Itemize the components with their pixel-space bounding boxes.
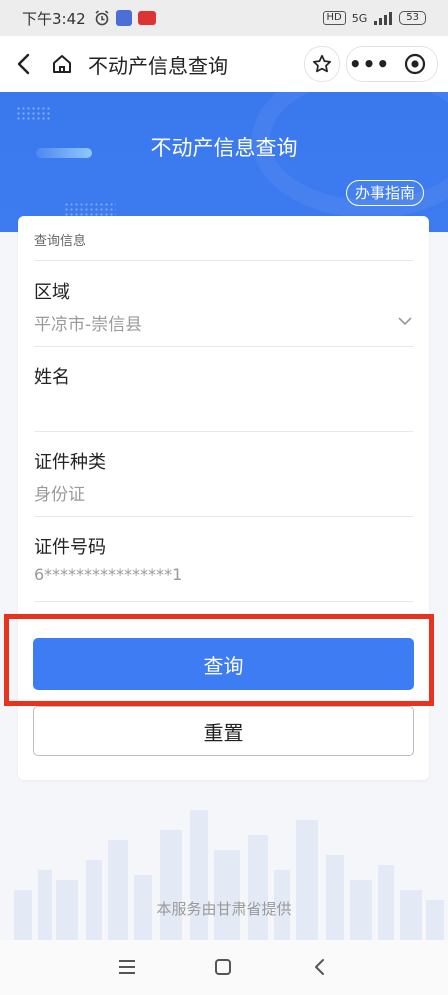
status-system-icons: HD 5G 53 xyxy=(322,11,426,25)
back-nav-icon[interactable] xyxy=(308,956,330,978)
capsule-menu: ••• xyxy=(346,46,438,82)
city-skyline-illustration xyxy=(14,810,444,940)
battery-icon: 53 xyxy=(399,11,426,25)
app-notification-icon-2 xyxy=(137,11,156,25)
divider xyxy=(34,516,413,517)
banner-decoration xyxy=(16,106,52,122)
status-bar: 下午3:42 HD 5G 53 xyxy=(0,0,448,36)
divider xyxy=(34,260,413,261)
banner-decoration-2 xyxy=(64,202,116,216)
guide-button[interactable]: 办事指南 xyxy=(346,180,425,206)
alarm-icon xyxy=(95,10,109,26)
square-icon[interactable] xyxy=(212,956,234,978)
id-number-input[interactable]: 6****************1 xyxy=(34,565,182,584)
reset-button[interactable]: 重置 xyxy=(33,706,414,756)
page-title: 不动产信息查询 xyxy=(88,53,228,78)
signal-label: 5G xyxy=(351,11,368,25)
banner: 不动产信息查询 办事指南 xyxy=(0,92,448,232)
region-label: 区域 xyxy=(34,282,70,303)
id-number-label: 证件号码 xyxy=(34,537,106,558)
more-icon[interactable]: ••• xyxy=(347,47,392,81)
status-time: 下午3:42 xyxy=(22,9,86,28)
id-type-label: 证件种类 xyxy=(34,452,106,473)
section-title: 查询信息 xyxy=(34,234,87,249)
target-icon[interactable] xyxy=(392,47,437,81)
nav-bar: 不动产信息查询 ••• xyxy=(0,36,448,92)
divider xyxy=(34,431,413,432)
status-notification-icons xyxy=(94,10,156,26)
signal-icon xyxy=(374,12,393,25)
footer-provider-text: 本服务由甘肃省提供 xyxy=(156,900,292,918)
chevron-down-icon[interactable] xyxy=(397,313,413,329)
id-type-select[interactable]: 身份证 xyxy=(34,480,85,505)
region-select[interactable]: 平凉市-崇信县 xyxy=(34,310,142,335)
app-notification-icon xyxy=(115,10,132,26)
name-label: 姓名 xyxy=(34,367,70,388)
divider xyxy=(34,346,413,347)
back-icon[interactable] xyxy=(12,53,34,75)
system-navigation-bar xyxy=(0,940,448,995)
name-input[interactable] xyxy=(34,396,413,420)
banner-title: 不动产信息查询 xyxy=(150,136,298,160)
star-icon[interactable] xyxy=(304,46,340,82)
menu-icon[interactable] xyxy=(116,956,138,978)
home-icon[interactable] xyxy=(50,52,74,76)
highlight-annotation xyxy=(4,614,434,706)
hd-icon: HD xyxy=(322,11,346,25)
divider xyxy=(34,601,413,602)
